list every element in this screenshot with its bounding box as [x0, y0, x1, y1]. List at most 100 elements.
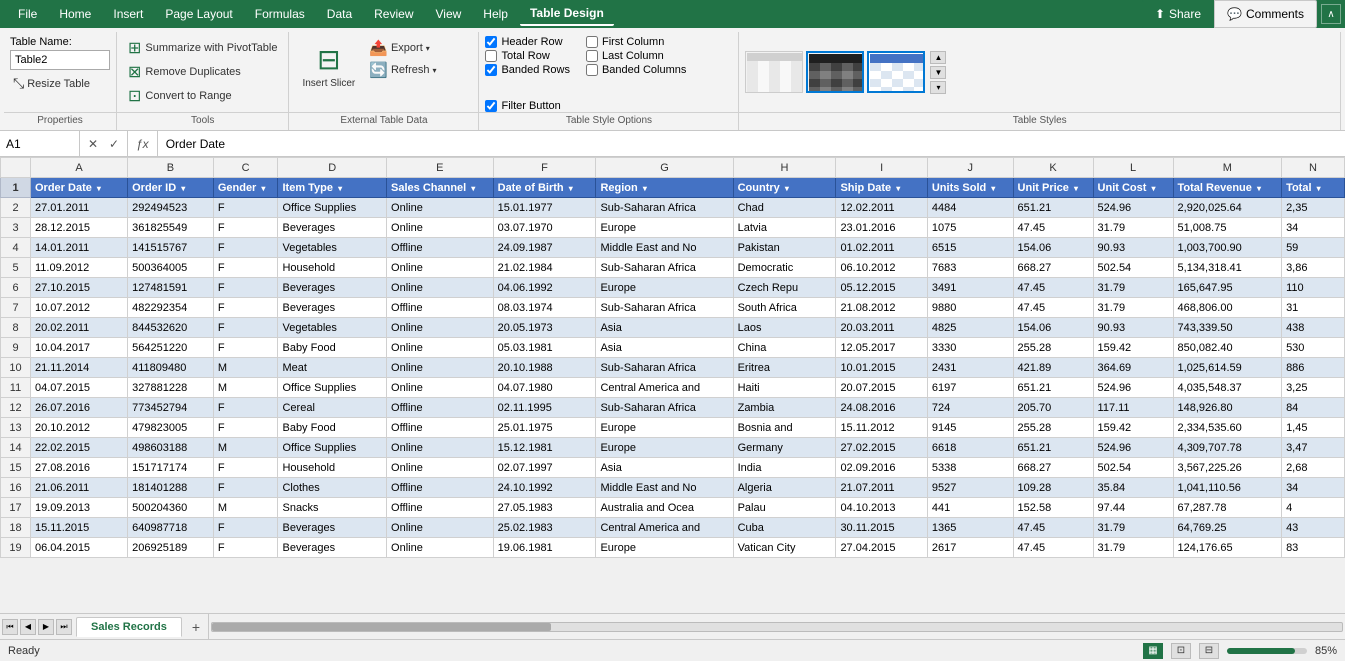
table-header-unit-price[interactable]: Unit Price ▾ — [1013, 178, 1093, 198]
table-cell[interactable]: M — [213, 438, 278, 458]
table-cell[interactable]: Asia — [596, 318, 733, 338]
table-cell[interactable]: F — [213, 278, 278, 298]
table-cell[interactable]: 10.07.2012 — [31, 298, 128, 318]
table-cell[interactable]: 31.79 — [1093, 538, 1173, 558]
table-cell[interactable]: Czech Repu — [733, 278, 836, 298]
table-cell[interactable]: 12.05.2017 — [836, 338, 927, 358]
table-cell[interactable]: Europe — [596, 418, 733, 438]
table-cell[interactable]: Online — [387, 358, 494, 378]
table-cell[interactable]: 479823005 — [128, 418, 214, 438]
table-cell[interactable]: Online — [387, 338, 494, 358]
table-cell[interactable]: 51,008.75 — [1173, 218, 1282, 238]
table-cell[interactable]: Vegetables — [278, 318, 387, 338]
table-cell[interactable]: F — [213, 458, 278, 478]
table-cell[interactable]: Latvia — [733, 218, 836, 238]
table-cell[interactable]: Meat — [278, 358, 387, 378]
table-cell[interactable]: 1,003,700.90 — [1173, 238, 1282, 258]
table-cell[interactable]: 743,339.50 — [1173, 318, 1282, 338]
table-cell[interactable]: 47.45 — [1013, 278, 1093, 298]
table-cell[interactable]: 255.28 — [1013, 338, 1093, 358]
table-header-sales-channel[interactable]: Sales Channel ▾ — [387, 178, 494, 198]
view-pagebreak-button[interactable]: ⊟ — [1199, 643, 1219, 659]
menu-data[interactable]: Data — [317, 3, 362, 25]
col-header-a[interactable]: A — [31, 158, 128, 178]
table-cell[interactable]: 3,25 — [1282, 378, 1345, 398]
table-cell[interactable]: 2,334,535.60 — [1173, 418, 1282, 438]
table-cell[interactable]: 27.01.2011 — [31, 198, 128, 218]
table-cell[interactable]: 15.11.2015 — [31, 518, 128, 538]
table-cell[interactable]: Laos — [733, 318, 836, 338]
table-cell[interactable]: Online — [387, 218, 494, 238]
menu-file[interactable]: File — [8, 3, 47, 25]
table-cell[interactable]: 20.10.1988 — [493, 358, 596, 378]
style-swatch-1[interactable] — [745, 51, 803, 93]
table-cell[interactable]: F — [213, 338, 278, 358]
share-button[interactable]: ⬆ Share — [1142, 0, 1214, 28]
table-cell[interactable]: 47.45 — [1013, 298, 1093, 318]
table-cell[interactable]: 97.44 — [1093, 498, 1173, 518]
confirm-formula-icon[interactable]: ✓ — [105, 135, 123, 153]
table-cell[interactable]: 15.12.1981 — [493, 438, 596, 458]
table-cell[interactable]: 141515767 — [128, 238, 214, 258]
add-sheet-button[interactable]: + — [184, 616, 208, 638]
cell-ref-input[interactable] — [6, 137, 73, 151]
table-styles-scroll-up[interactable]: ▲ — [930, 51, 946, 64]
table-cell[interactable]: 21.11.2014 — [31, 358, 128, 378]
style-swatch-2[interactable] — [806, 51, 864, 93]
table-cell[interactable]: 6515 — [927, 238, 1013, 258]
table-cell[interactable]: 5,134,318.41 — [1173, 258, 1282, 278]
table-cell[interactable]: 20.10.2012 — [31, 418, 128, 438]
sheet-tab-nav-prev[interactable]: ◀ — [20, 619, 36, 635]
table-cell[interactable]: 27.02.2015 — [836, 438, 927, 458]
table-cell[interactable]: Vatican City — [733, 538, 836, 558]
table-cell[interactable]: 773452794 — [128, 398, 214, 418]
table-cell[interactable]: 15.01.1977 — [493, 198, 596, 218]
table-cell[interactable]: 127481591 — [128, 278, 214, 298]
table-cell[interactable]: 24.09.1987 — [493, 238, 596, 258]
table-cell[interactable]: 1,025,614.59 — [1173, 358, 1282, 378]
summarize-pivottable-button[interactable]: ⊞ Summarize with PivotTable — [125, 38, 280, 58]
style-swatch-3[interactable] — [867, 51, 925, 93]
table-cell[interactable]: 31.79 — [1093, 518, 1173, 538]
table-cell[interactable]: 20.07.2015 — [836, 378, 927, 398]
col-header-f[interactable]: F — [493, 158, 596, 178]
table-cell[interactable]: 6618 — [927, 438, 1013, 458]
table-cell[interactable]: 21.07.2011 — [836, 478, 927, 498]
banded-columns-checkbox-label[interactable]: Banded Columns — [586, 64, 686, 76]
table-cell[interactable]: Central America and — [596, 518, 733, 538]
table-cell[interactable]: 421.89 — [1013, 358, 1093, 378]
table-cell[interactable]: 364.69 — [1093, 358, 1173, 378]
table-cell[interactable]: 4484 — [927, 198, 1013, 218]
table-cell[interactable]: Middle East and No — [596, 238, 733, 258]
table-cell[interactable]: 25.01.1975 — [493, 418, 596, 438]
table-cell[interactable]: Online — [387, 538, 494, 558]
table-cell[interactable]: M — [213, 498, 278, 518]
table-cell[interactable]: 67,287.78 — [1173, 498, 1282, 518]
table-cell[interactable]: 31.79 — [1093, 298, 1173, 318]
table-cell[interactable]: 84 — [1282, 398, 1345, 418]
table-cell[interactable]: Offline — [387, 238, 494, 258]
table-cell[interactable]: 181401288 — [128, 478, 214, 498]
table-cell[interactable]: India — [733, 458, 836, 478]
zoom-slider[interactable] — [1227, 648, 1307, 654]
table-cell[interactable]: Offline — [387, 478, 494, 498]
table-cell[interactable]: 05.03.1981 — [493, 338, 596, 358]
table-cell[interactable]: 47.45 — [1013, 518, 1093, 538]
table-cell[interactable]: Europe — [596, 218, 733, 238]
table-cell[interactable]: F — [213, 258, 278, 278]
table-cell[interactable]: 117.11 — [1093, 398, 1173, 418]
last-column-checkbox[interactable] — [586, 50, 598, 62]
table-cell[interactable]: 159.42 — [1093, 418, 1173, 438]
remove-duplicates-button[interactable]: ⊠ Remove Duplicates — [125, 62, 244, 82]
table-cell[interactable]: 1365 — [927, 518, 1013, 538]
table-cell[interactable]: 502.54 — [1093, 258, 1173, 278]
table-cell[interactable]: 3,86 — [1282, 258, 1345, 278]
table-cell[interactable]: 154.06 — [1013, 318, 1093, 338]
table-cell[interactable]: F — [213, 418, 278, 438]
table-cell[interactable]: 04.10.2013 — [836, 498, 927, 518]
table-cell[interactable]: 9880 — [927, 298, 1013, 318]
table-cell[interactable]: Clothes — [278, 478, 387, 498]
table-cell[interactable]: 90.93 — [1093, 318, 1173, 338]
table-cell[interactable]: Zambia — [733, 398, 836, 418]
table-cell[interactable]: Asia — [596, 458, 733, 478]
